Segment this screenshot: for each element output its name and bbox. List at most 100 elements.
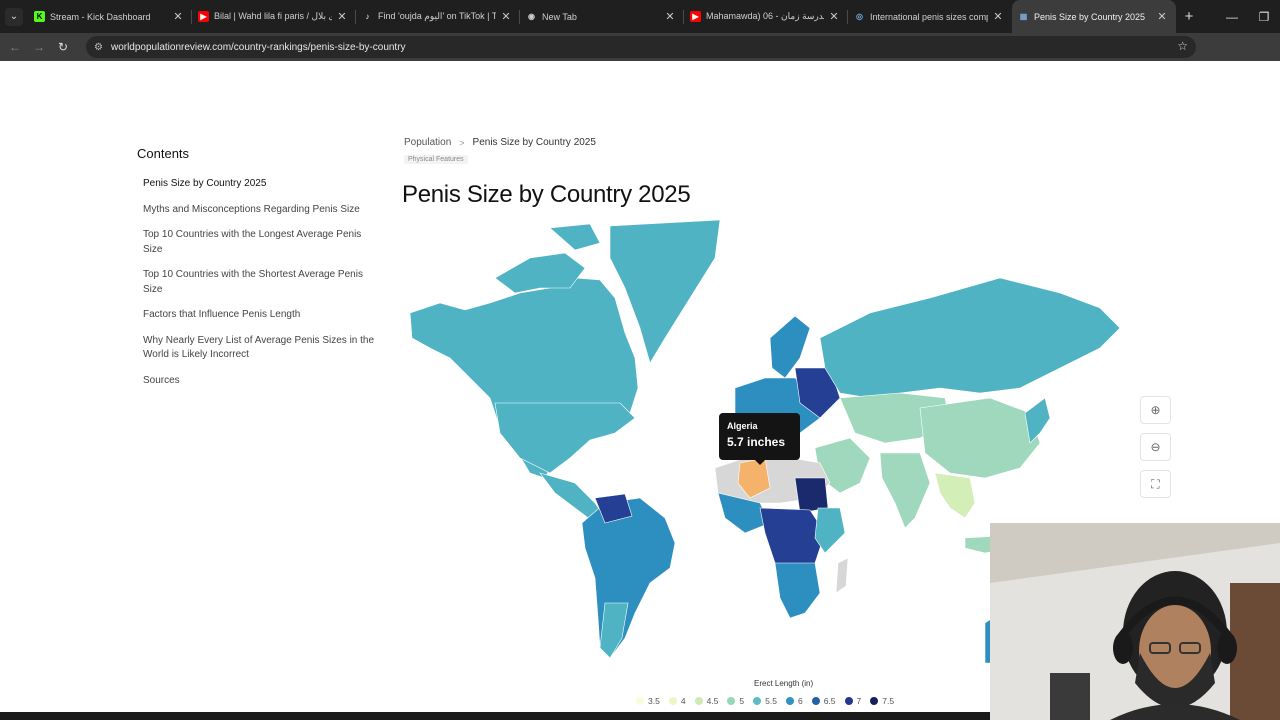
legend-item[interactable]: 4 (668, 696, 686, 706)
browser-tab-bar: ⌄ K Stream - Kick Dashboard ✕ ▶ Bilal | … (0, 0, 1280, 33)
zoom-out-icon[interactable]: ⊖ (1140, 433, 1171, 461)
webcam-overlay (990, 523, 1280, 720)
category-tag[interactable]: Physical Features (404, 155, 468, 164)
fullscreen-icon[interactable]: ⛶ (1140, 470, 1171, 498)
breadcrumb-current: Penis Size by Country 2025 (472, 137, 596, 148)
tab-title: Bilal | Wahd lila fi paris / ری بلال (214, 11, 332, 21)
site-icon: ▦ (1018, 11, 1029, 22)
legend-swatch (785, 697, 794, 705)
legend-item[interactable]: 5 (727, 696, 744, 706)
globe-icon: ◎ (854, 11, 865, 22)
breadcrumb-separator: > (459, 137, 465, 148)
kick-icon: K (34, 11, 45, 22)
region-southeast-asia (934, 472, 976, 519)
legend-item[interactable]: 4.5 (694, 696, 718, 706)
youtube-icon: ▶ (690, 11, 701, 22)
legend-swatch (753, 697, 762, 705)
legend-swatch (844, 697, 853, 705)
legend-label: 5.5 (765, 696, 777, 706)
close-icon[interactable]: ✕ (664, 10, 676, 23)
webcam-person-image (990, 523, 1280, 720)
tab-title: Penis Size by Country 2025 (1034, 11, 1146, 22)
tooltip-value: 5.7 inches (727, 435, 786, 449)
back-arrow-icon[interactable]: ← (3, 40, 27, 54)
window-controls: — ❐ (1216, 0, 1280, 33)
table-of-contents: Contents Penis Size by Country 2025 Myth… (137, 146, 377, 399)
region-southern-africa (774, 562, 821, 619)
close-icon[interactable]: ✕ (172, 10, 184, 23)
site-info-icon[interactable]: ⚙ (94, 42, 103, 53)
region-china (919, 397, 1041, 479)
legend-swatch (870, 697, 879, 705)
reload-icon[interactable]: ↻ (51, 40, 75, 54)
legend-label: 3.5 (648, 696, 660, 706)
legend-item[interactable]: 3.5 (636, 696, 660, 706)
toc-heading: Contents (137, 146, 190, 161)
forward-arrow-icon[interactable]: → (27, 40, 51, 54)
legend-item[interactable]: 5.5 (753, 696, 777, 706)
browser-tab-active[interactable]: ▦ Penis Size by Country 2025 ✕ (1012, 0, 1176, 33)
legend-label: 6.5 (823, 696, 836, 706)
toc-link[interactable]: Why Nearly Every List of Average Penis S… (143, 334, 377, 363)
chevron-down-icon: ⌄ (5, 7, 23, 26)
breadcrumb: Population > Penis Size by Country 2025 (404, 137, 596, 148)
toc-link[interactable]: Penis Size by Country 2025 (143, 177, 377, 192)
browser-tab[interactable]: ◉ New Tab ✕ (520, 0, 684, 33)
legend-swatch (668, 697, 677, 705)
legend-title: Erect Length (in) (754, 679, 814, 688)
youtube-icon: ▶ (198, 11, 209, 22)
legend-swatch (636, 697, 644, 705)
tab-search-button[interactable]: ⌄ (0, 0, 28, 33)
region-south-america (581, 497, 676, 659)
legend-swatch (694, 697, 703, 705)
tab-title: Stream - Kick Dashboard (50, 11, 151, 22)
browser-tab[interactable]: ▶ Mahamawda) 06 - مدرسة زمان ✕ (684, 0, 848, 33)
close-icon[interactable]: ✕ (500, 10, 512, 23)
breadcrumb-parent-link[interactable]: Population (404, 137, 451, 148)
region-russia (819, 277, 1121, 399)
taskbar-strip (0, 712, 990, 720)
tab-title: International penis sizes compa (870, 11, 988, 22)
bookmark-star-icon[interactable]: ☆ (1177, 39, 1188, 53)
close-icon[interactable]: ✕ (828, 10, 840, 23)
legend-label: 7.5 (882, 696, 895, 706)
toc-link[interactable]: Factors that Influence Penis Length (143, 308, 377, 323)
close-icon[interactable]: ✕ (1156, 10, 1168, 23)
minimize-icon[interactable]: — (1216, 10, 1248, 24)
chrome-icon: ◉ (526, 11, 537, 22)
legend-swatch (811, 697, 820, 705)
close-icon[interactable]: ✕ (992, 10, 1004, 23)
tab-title: New Tab (542, 11, 577, 22)
region-madagascar (835, 557, 849, 594)
restore-icon[interactable]: ❐ (1248, 10, 1280, 24)
legend-label: 4 (680, 696, 686, 706)
legend-item[interactable]: 6 (785, 696, 803, 706)
browser-tab[interactable]: ◎ International penis sizes compa ✕ (848, 0, 1012, 33)
tooltip-country: Algeria (727, 421, 758, 431)
legend-item[interactable]: 6.5 (811, 696, 836, 706)
page-title: Penis Size by Country 2025 (402, 181, 691, 208)
region-india (879, 452, 931, 529)
legend-label: 6 (797, 696, 803, 706)
toc-link[interactable]: Myths and Misconceptions Regarding Penis… (143, 203, 377, 218)
new-tab-button[interactable]: + (1176, 8, 1202, 25)
toc-link[interactable]: Top 10 Countries with the Longest Averag… (143, 228, 377, 257)
tab-title: Find 'oujda اليوم' on TikTok | Ti (378, 11, 496, 21)
tiktok-icon: ♪ (362, 11, 373, 22)
toc-link[interactable]: Sources (143, 374, 377, 389)
legend-label: 5 (739, 696, 745, 706)
browser-tab[interactable]: K Stream - Kick Dashboard ✕ (28, 0, 192, 33)
legend-item[interactable]: 7.5 (870, 696, 894, 706)
browser-tab[interactable]: ▶ Bilal | Wahd lila fi paris / ری بلال ✕ (192, 0, 356, 33)
map-zoom-controls: ⊕ ⊖ ⛶ (1140, 396, 1171, 502)
legend-item[interactable]: 7 (844, 696, 861, 706)
toc-link[interactable]: Top 10 Countries with the Shortest Avera… (143, 268, 377, 297)
zoom-in-icon[interactable]: ⊕ (1140, 396, 1171, 424)
close-icon[interactable]: ✕ (336, 10, 348, 23)
tab-title: Mahamawda) 06 - مدرسة زمان (706, 11, 824, 21)
map-legend: 3.5 4 4.5 5 5.5 6 6.5 7 7.5 (636, 696, 903, 706)
address-bar[interactable]: ⚙ worldpopulationreview.com/country-rank… (86, 36, 1196, 58)
legend-swatch (727, 697, 736, 705)
browser-tab[interactable]: ♪ Find 'oujda اليوم' on TikTok | Ti ✕ (356, 0, 520, 33)
region-usa (494, 402, 636, 474)
